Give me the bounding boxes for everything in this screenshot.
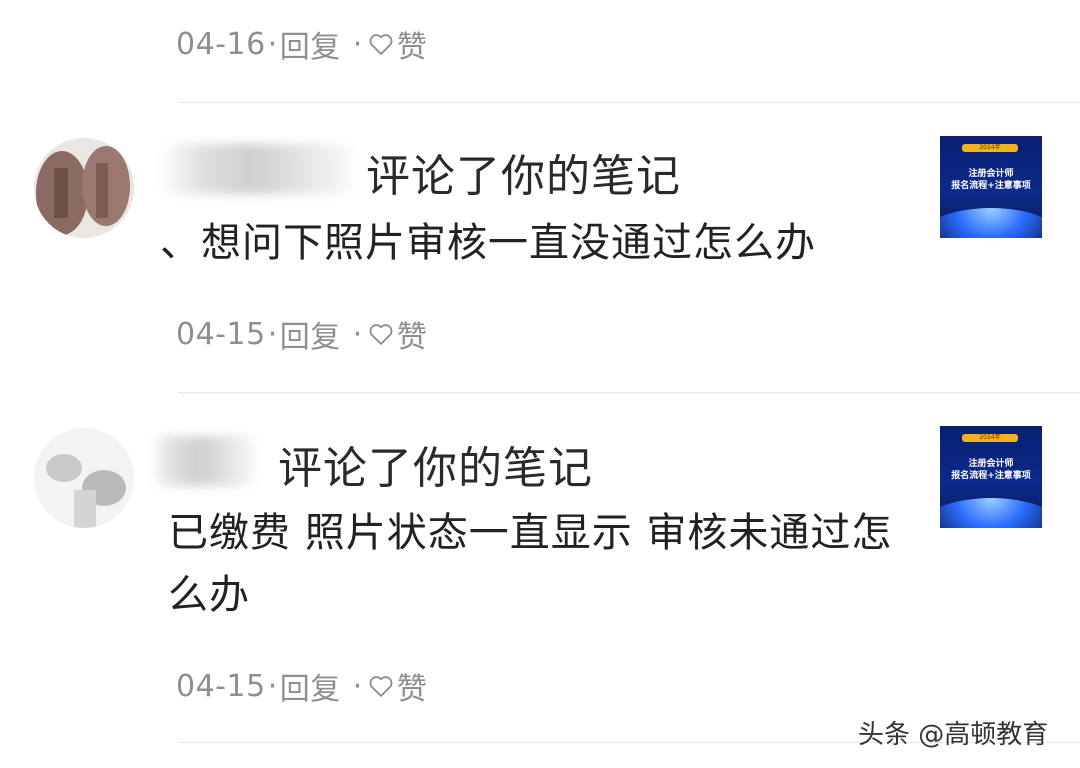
thumb-badge: 2024年 — [962, 144, 1018, 152]
comment-text: 、想问下照片审核一直没通过怎么办 — [160, 220, 816, 266]
like-button[interactable]: 赞 — [397, 312, 428, 356]
divider — [178, 102, 1080, 103]
heart-icon[interactable] — [367, 30, 395, 58]
heart-icon[interactable] — [367, 320, 395, 348]
reply-button[interactable]: 回复 — [280, 664, 341, 708]
thumb-subtitle: 报名流程+注意事项 — [951, 471, 1031, 481]
date: 04-16 — [176, 26, 266, 62]
notification-meta: 04-16 · 回复 · 赞 — [176, 22, 427, 66]
like-button[interactable]: 赞 — [397, 22, 428, 66]
date: 04-15 — [176, 668, 266, 704]
blurred-username[interactable] — [160, 144, 360, 194]
notification-action: 评论了你的笔记 — [278, 443, 593, 494]
notification-meta: 04-15 · 回复 · 赞 — [176, 312, 427, 356]
notification-action: 评论了你的笔记 — [366, 151, 681, 202]
watermark: 头条 @高顿教育 — [858, 720, 1049, 750]
note-thumbnail[interactable]: 2024年 注册会计师 报名流程+注意事项 — [940, 136, 1042, 238]
heart-icon[interactable] — [367, 672, 395, 700]
notification-meta: 04-15 · 回复 · 赞 — [176, 664, 427, 708]
avatar[interactable] — [34, 428, 134, 528]
reply-button[interactable]: 回复 — [280, 312, 341, 356]
like-button[interactable]: 赞 — [397, 664, 428, 708]
note-thumbnail[interactable]: 2024年 注册会计师 报名流程+注意事项 — [940, 426, 1042, 528]
thumb-badge: 2024年 — [962, 434, 1018, 442]
blurred-username[interactable] — [150, 436, 260, 486]
divider — [178, 392, 1080, 393]
comment-text: 已缴费 照片状态一直显示 审核未通过怎么办 — [168, 510, 893, 618]
reply-button[interactable]: 回复 — [280, 22, 341, 66]
date: 04-15 — [176, 316, 266, 352]
avatar[interactable] — [34, 138, 134, 238]
thumb-subtitle: 报名流程+注意事项 — [951, 181, 1031, 191]
